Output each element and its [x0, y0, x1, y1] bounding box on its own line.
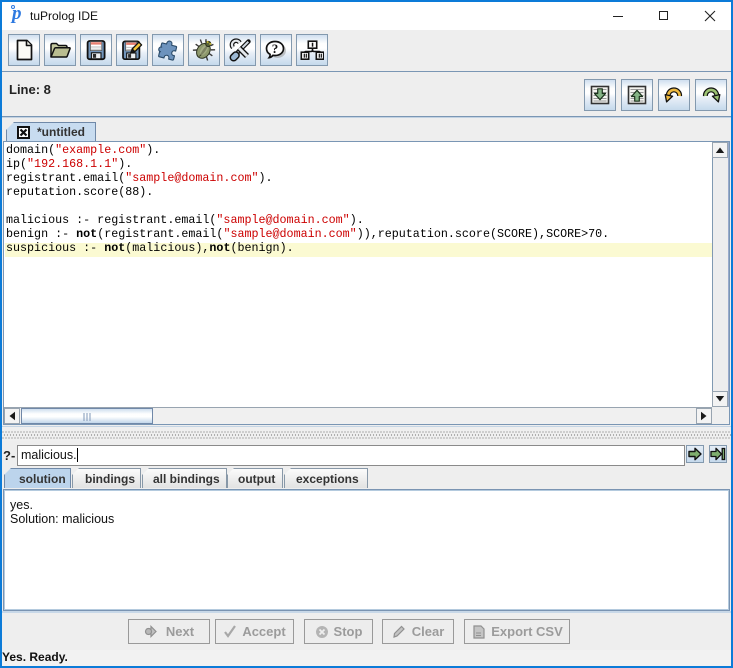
svg-text:?: ?	[272, 41, 279, 56]
